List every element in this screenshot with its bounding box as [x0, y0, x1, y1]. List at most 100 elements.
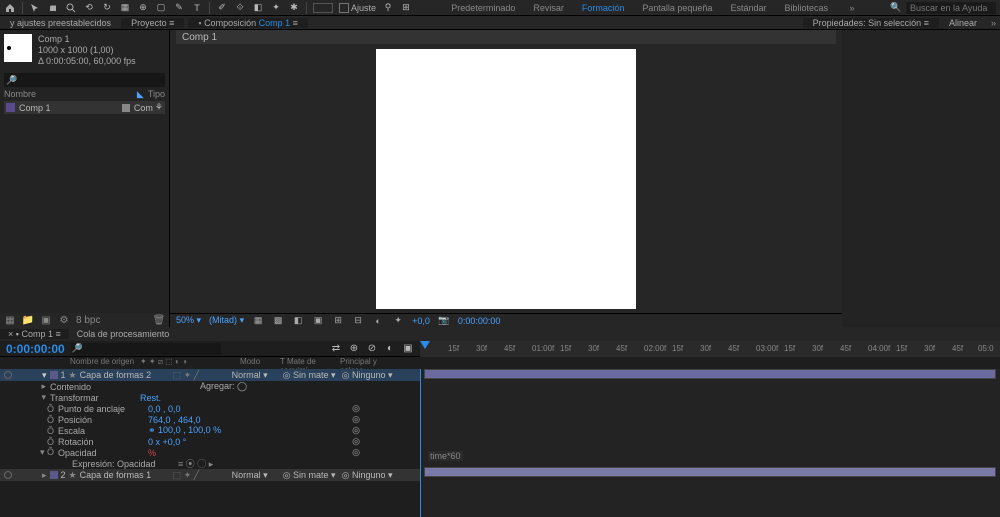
align-panel-tab[interactable]: Alinear	[939, 18, 987, 28]
exposure-value[interactable]: +0,0	[412, 316, 430, 326]
workspace-learn[interactable]: Formación	[582, 3, 625, 13]
fast-preview-icon[interactable]: ▦	[252, 315, 264, 327]
layer-bar-1[interactable]	[424, 369, 996, 379]
col-track[interactable]: T Mate de seguimi	[280, 357, 340, 369]
opacity-value[interactable]: %	[148, 448, 156, 458]
clone-tool-icon[interactable]: ⟐	[234, 2, 246, 14]
resolution-dropdown[interactable]: (Mitad) ▾	[209, 315, 244, 326]
tl-tool3-icon[interactable]: ⊘	[366, 343, 378, 355]
contents-group[interactable]: Contenido	[50, 382, 140, 392]
anchor-tool-icon[interactable]: ⊕	[137, 2, 149, 14]
orbit-tool-icon[interactable]: ⟲	[83, 2, 95, 14]
mask-icon[interactable]: ◧	[292, 315, 304, 327]
comp-thumbnail[interactable]	[4, 34, 32, 62]
composition-canvas[interactable]	[376, 49, 636, 309]
shape-tool-icon[interactable]: ▢	[155, 2, 167, 14]
tl-tool5-icon[interactable]: ▣	[402, 343, 414, 355]
presets-panel-tab[interactable]: y ajustes preestablecidos	[0, 18, 121, 28]
position-value[interactable]: 764,0 , 464,0	[148, 415, 201, 425]
blend-mode-dropdown[interactable]: Normal ▾	[232, 470, 280, 481]
visibility-toggle-icon[interactable]	[4, 371, 12, 379]
zoom-tool-icon[interactable]	[65, 2, 77, 14]
timeline-tab-render-queue[interactable]: Cola de procesamiento	[69, 329, 178, 339]
panel-more-icon[interactable]: »	[987, 18, 1000, 28]
home-icon[interactable]	[4, 2, 16, 14]
snap-grid-icon[interactable]: ⊞	[400, 2, 412, 14]
layer-row-1[interactable]: ▾ 1 ★ Capa de formas 2 ⬚ ✦ ╱ Normal ▾ ◎ …	[0, 369, 420, 381]
layer-color-icon[interactable]	[50, 471, 58, 479]
anchor-point-prop[interactable]: Punto de anclaje	[58, 404, 148, 414]
workspace-small[interactable]: Pantalla pequeña	[642, 3, 712, 13]
playhead-icon[interactable]	[420, 341, 430, 349]
zoom-dropdown[interactable]: 50% ▾	[176, 315, 201, 326]
track-matte-dropdown[interactable]: ◎ Sin mate ▾	[283, 470, 339, 481]
grid-icon[interactable]: ⊞	[332, 315, 344, 327]
expression-label[interactable]: Expresión: Opacidad	[58, 459, 178, 469]
brush-tool-icon[interactable]: ✐	[216, 2, 228, 14]
rotate-tool-icon[interactable]: ↻	[101, 2, 113, 14]
workspace-standard[interactable]: Estándar	[730, 3, 766, 13]
layer-bar-2[interactable]	[424, 467, 996, 477]
col-type[interactable]: Tipo	[148, 89, 165, 100]
fill-stroke-icon[interactable]	[313, 3, 333, 13]
camera-tool-icon[interactable]: ▦	[119, 2, 131, 14]
workspace-review[interactable]: Revisar	[533, 3, 564, 13]
expression-text[interactable]: time*60	[428, 451, 463, 461]
scale-prop[interactable]: Escala	[58, 426, 148, 436]
transform-group[interactable]: Transformar	[50, 393, 140, 403]
eraser-tool-icon[interactable]: ◧	[252, 2, 264, 14]
project-search-input[interactable]	[4, 73, 165, 87]
add-button[interactable]: Agregar: ◯	[200, 381, 247, 392]
visibility-toggle-icon[interactable]	[4, 471, 12, 479]
interpret-icon[interactable]: ▦	[4, 314, 16, 326]
puppet-tool-icon[interactable]: ✱	[288, 2, 300, 14]
anchor-point-value[interactable]: 0,0 , 0,0	[148, 404, 181, 414]
expression-tools[interactable]: ≡ ⦿ ◯ ▸	[178, 457, 213, 470]
snap-options-icon[interactable]: ⚲	[382, 2, 394, 14]
opacity-prop[interactable]: Opacidad	[58, 448, 148, 458]
rotation-prop[interactable]: Rotación	[58, 437, 148, 447]
col-name[interactable]: Nombre	[4, 89, 36, 100]
col-mode[interactable]: Modo	[240, 357, 280, 369]
tracks-area[interactable]: time*60	[420, 369, 1000, 517]
track-matte-dropdown[interactable]: ◎ Sin mate ▾	[283, 370, 339, 381]
workspace-more-icon[interactable]: »	[846, 2, 858, 14]
selection-tool-icon[interactable]	[29, 2, 41, 14]
project-settings-icon[interactable]: ⚙	[58, 314, 70, 326]
region-icon[interactable]: ▣	[312, 315, 324, 327]
layer-color-icon[interactable]	[50, 371, 58, 379]
tl-tool2-icon[interactable]: ⊕	[348, 343, 360, 355]
composition-panel-tab[interactable]: ▪ Composición Comp 1 ≡	[188, 18, 308, 28]
project-panel-tab[interactable]: Proyecto ≡	[121, 18, 184, 28]
channel-icon[interactable]: ◐	[372, 315, 384, 327]
rotation-value[interactable]: 0 x +0,0 °	[148, 437, 186, 447]
parent-dropdown[interactable]: ◎ Ninguno ▾	[342, 470, 393, 481]
col-tag-icon[interactable]: ◣	[137, 89, 144, 100]
project-item-comp1[interactable]: Comp 1 Com ⚘	[4, 101, 165, 114]
tl-tool4-icon[interactable]: ◐	[384, 343, 396, 355]
viewer-timecode[interactable]: 0:00:00:00	[458, 316, 501, 326]
canvas-area[interactable]	[170, 44, 842, 313]
pen-tool-icon[interactable]: ✎	[173, 2, 185, 14]
hand-tool-icon[interactable]	[47, 2, 59, 14]
parent-dropdown[interactable]: ◎ Ninguno ▾	[342, 370, 393, 381]
col-parent[interactable]: Principal y enlace	[340, 357, 400, 369]
new-folder-icon[interactable]: 📁	[22, 314, 34, 326]
snap-checkbox[interactable]: Ajuste	[339, 3, 376, 13]
workspace-default[interactable]: Predeterminado	[451, 3, 515, 13]
tl-tool1-icon[interactable]: ⇄	[330, 343, 342, 355]
help-search-input[interactable]	[906, 2, 996, 14]
current-timecode[interactable]: 0:00:00:00	[6, 342, 65, 356]
time-ruler[interactable]: 15f 30f 45f 01:00f 15f 30f 45f 02:00f 15…	[420, 341, 1000, 357]
snapshot-icon[interactable]: 📷	[438, 315, 450, 327]
playhead-line[interactable]	[420, 369, 421, 517]
bpc-label[interactable]: 8 bpc	[76, 315, 100, 326]
type-tool-icon[interactable]: T	[191, 2, 203, 14]
reset-link[interactable]: Rest.	[140, 393, 161, 403]
position-prop[interactable]: Posición	[58, 415, 148, 425]
col-origin[interactable]: Nombre de origen	[0, 357, 140, 369]
timeline-tab-comp1[interactable]: × ▪ Comp 1 ≡	[0, 329, 69, 339]
blend-mode-dropdown[interactable]: Normal ▾	[232, 370, 280, 381]
transparency-icon[interactable]: ▩	[272, 315, 284, 327]
roto-tool-icon[interactable]: ✦	[270, 2, 282, 14]
